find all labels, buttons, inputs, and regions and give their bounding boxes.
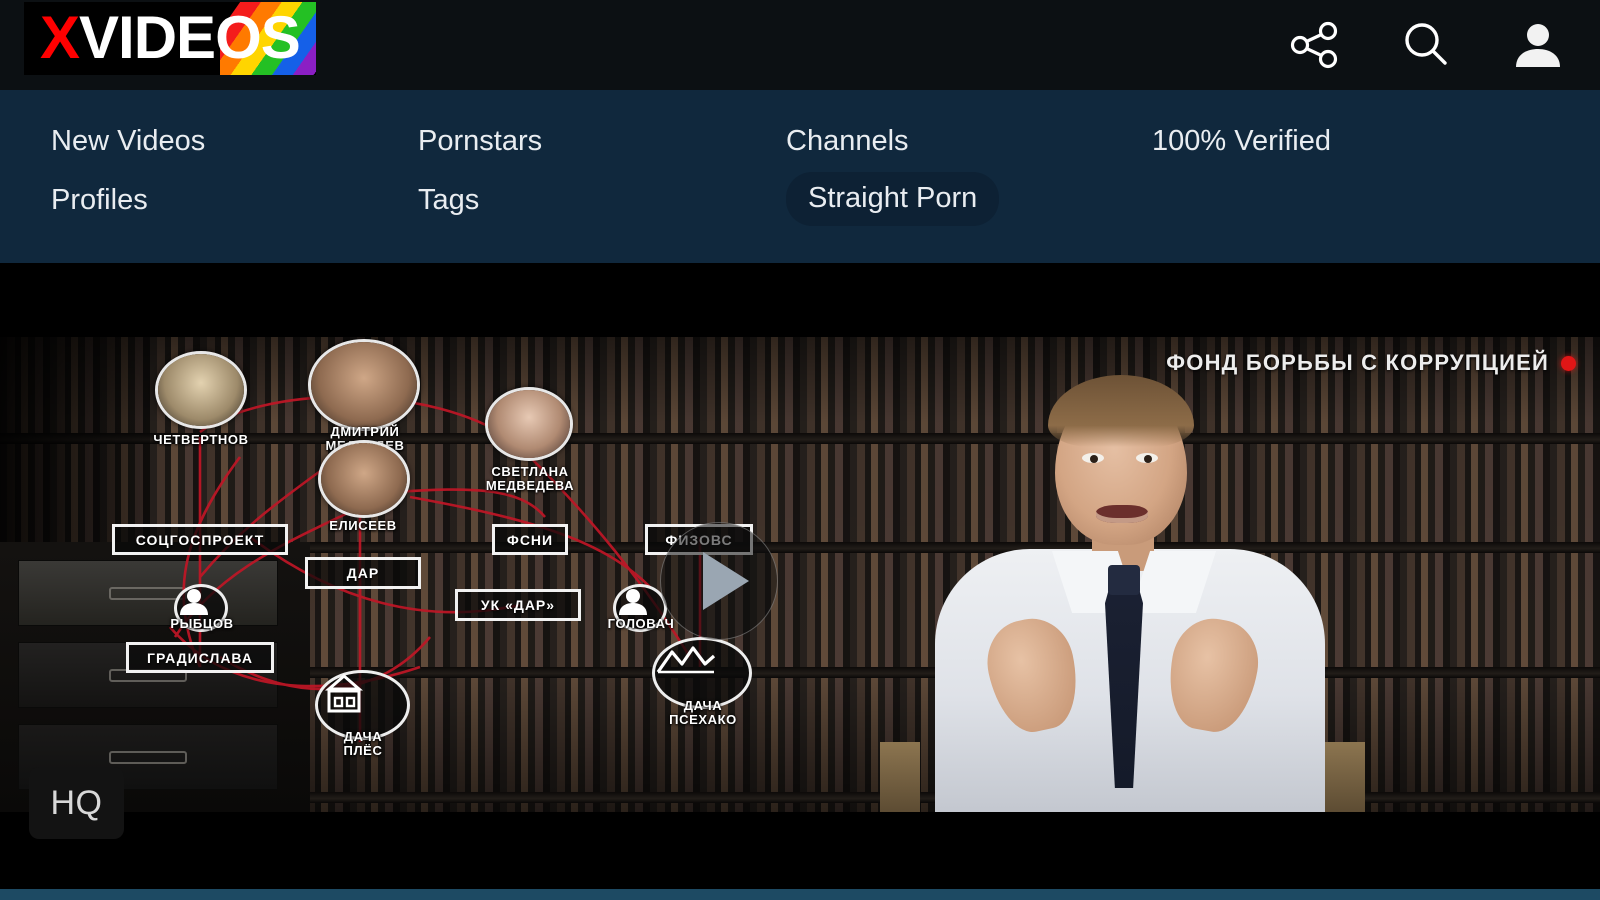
diagram-person-eliseev [318, 440, 410, 518]
footer-strip [0, 889, 1600, 900]
nav-item-profiles[interactable]: Profiles [51, 183, 148, 217]
person-silhouette-icon [180, 589, 208, 615]
diagram-box-uk-dar: УК «ДАР» [455, 589, 581, 621]
house-icon [324, 674, 364, 713]
logo-videos-letters: VIDEOS [79, 4, 301, 71]
search-icon[interactable] [1398, 17, 1454, 73]
nav-item-channels[interactable]: Channels [786, 124, 909, 158]
mountains-icon [656, 646, 716, 674]
channel-watermark: ФОНД БОРЬБЫ С КОРРУПЦИЕЙ [1166, 350, 1576, 376]
diagram-box-dar: ДАР [305, 557, 421, 589]
chair-arm-right [1325, 742, 1365, 812]
speaker-figure [840, 337, 1440, 812]
speaker-pupil-left [1090, 455, 1098, 463]
person-silhouette-icon [619, 589, 647, 615]
site-logo[interactable]: XVIDEOS [24, 2, 316, 75]
play-button[interactable] [660, 522, 778, 640]
logo-text: XVIDEOS [40, 4, 301, 71]
diagram-label-dacha-ples: ДАЧА ПЛЁС [343, 729, 383, 758]
page-root: XVIDEOS New Videos Pornstars Channels 10… [0, 0, 1600, 900]
diagram-person-svetlana [485, 387, 573, 461]
header-icon-group [1286, 0, 1566, 90]
nav-item-pornstars[interactable]: Pornstars [418, 124, 542, 158]
play-triangle-icon [703, 552, 749, 610]
nav-item-new-videos[interactable]: New Videos [51, 124, 205, 158]
diagram-label-eliseev: ЕЛИСЕЕВ [329, 518, 397, 533]
diagram-box-fsni: ФСНИ [492, 524, 568, 555]
speaker-hair [1048, 375, 1194, 447]
speaker-mouth [1096, 505, 1148, 523]
diagram-label-golovach: ГОЛОВАЧ [607, 616, 675, 631]
speaker-pupil-right [1144, 455, 1152, 463]
account-icon[interactable] [1510, 17, 1566, 73]
nav-item-100-verified[interactable]: 100% Verified [1152, 124, 1331, 158]
diagram-box-socgosproekt: СОЦГОСПРОЕКТ [112, 524, 288, 555]
diagram-box-gradislava: ГРАДИСЛАВА [126, 642, 274, 673]
recording-dot-icon [1561, 355, 1576, 371]
necktie-knot [1108, 565, 1140, 595]
quality-badge-hq[interactable]: HQ [29, 767, 124, 839]
site-header: XVIDEOS [0, 0, 1600, 90]
diagram-label-rybtsov: РЫБЦОВ [170, 616, 234, 631]
main-navigation: New Videos Pornstars Channels 100% Verif… [0, 90, 1600, 263]
diagram-label-dacha-psekhako: ДАЧА ПСЕХАКО [669, 698, 737, 727]
player-top-letterbox [0, 263, 1600, 337]
nav-item-straight-porn[interactable]: Straight Porn [786, 172, 1000, 226]
nav-item-tags[interactable]: Tags [418, 183, 479, 217]
diagram-label-chetvertnov: ЧЕТВЕРТНОВ [153, 432, 249, 447]
watermark-text: ФОНД БОРЬБЫ С КОРРУПЦИЕЙ [1166, 350, 1549, 375]
video-player[interactable]: ФОНД БОРЬБЫ С КОРРУПЦИЕЙ ЧЕТВЕРТНОВ ДМИТ… [0, 337, 1600, 812]
diagram-person-medvedev [308, 339, 420, 431]
share-icon[interactable] [1286, 17, 1342, 73]
logo-x-letter: X [40, 4, 80, 71]
diagram-person-chetvertnov [155, 351, 247, 429]
diagram-label-svetlana: СВЕТЛАНА МЕДВЕДЕВА [485, 464, 575, 493]
